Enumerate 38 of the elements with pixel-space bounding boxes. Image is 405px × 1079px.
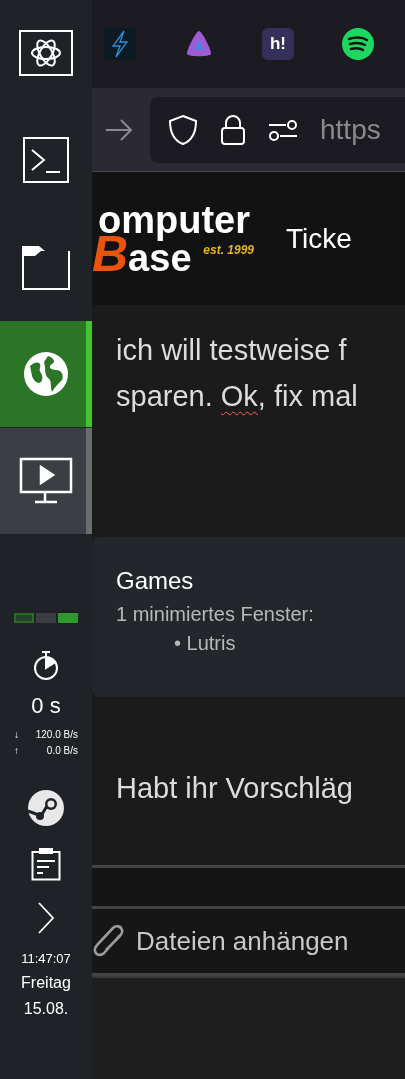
tooltip-title: Games xyxy=(116,567,195,595)
site-logo[interactable]: omputer Base est. 1999 xyxy=(92,202,256,275)
clock-day: Freitag xyxy=(21,974,71,992)
url-text: https xyxy=(320,113,381,146)
address-field[interactable]: https xyxy=(150,96,405,163)
text-line: sparen. Ok, fix mal xyxy=(116,379,359,414)
triangle-icon[interactable] xyxy=(184,29,214,59)
upload-rate: 0.0 B/s xyxy=(46,744,78,758)
text-line: ich will testweise f xyxy=(116,333,348,368)
sliders-icon[interactable] xyxy=(268,118,298,141)
task-button[interactable] xyxy=(0,428,92,534)
download-rate: 120.0 B/s xyxy=(35,728,78,742)
monitor-play-icon xyxy=(19,457,73,505)
paperclip-icon xyxy=(92,923,126,959)
forward-arrow-icon[interactable] xyxy=(104,117,134,142)
tooltip-subtitle: 1 minimiertes Fenster: xyxy=(116,603,315,626)
lightning-icon[interactable] xyxy=(104,28,136,60)
sound-waves-icon[interactable] xyxy=(342,28,374,60)
bookmark-tile[interactable]: h! xyxy=(262,28,294,60)
clock-date: 15.08. xyxy=(22,1000,70,1018)
globe-icon xyxy=(22,350,70,398)
atom-icon xyxy=(18,29,74,77)
timer-value: 0 s xyxy=(31,693,61,719)
steam-icon[interactable] xyxy=(27,789,65,827)
clock-time: 11:47:07 xyxy=(21,951,71,966)
folder-icon xyxy=(21,243,71,291)
nav-link[interactable]: Ticke xyxy=(286,222,352,255)
chevron-right-icon[interactable] xyxy=(36,901,56,935)
shield-icon[interactable] xyxy=(168,113,198,146)
attach-files-button[interactable]: Dateien anhängen xyxy=(92,909,405,976)
clipboard-icon[interactable] xyxy=(31,847,61,881)
terminal-icon xyxy=(22,136,70,184)
window-list-item: • Lutris xyxy=(173,632,237,655)
lock-icon[interactable] xyxy=(220,113,246,146)
upload-arrow: ↑ xyxy=(14,744,19,758)
stopwatch-icon xyxy=(32,649,60,681)
download-arrow: ↓ xyxy=(14,728,19,742)
text-line: Habt ihr Vorschläg xyxy=(116,771,354,806)
